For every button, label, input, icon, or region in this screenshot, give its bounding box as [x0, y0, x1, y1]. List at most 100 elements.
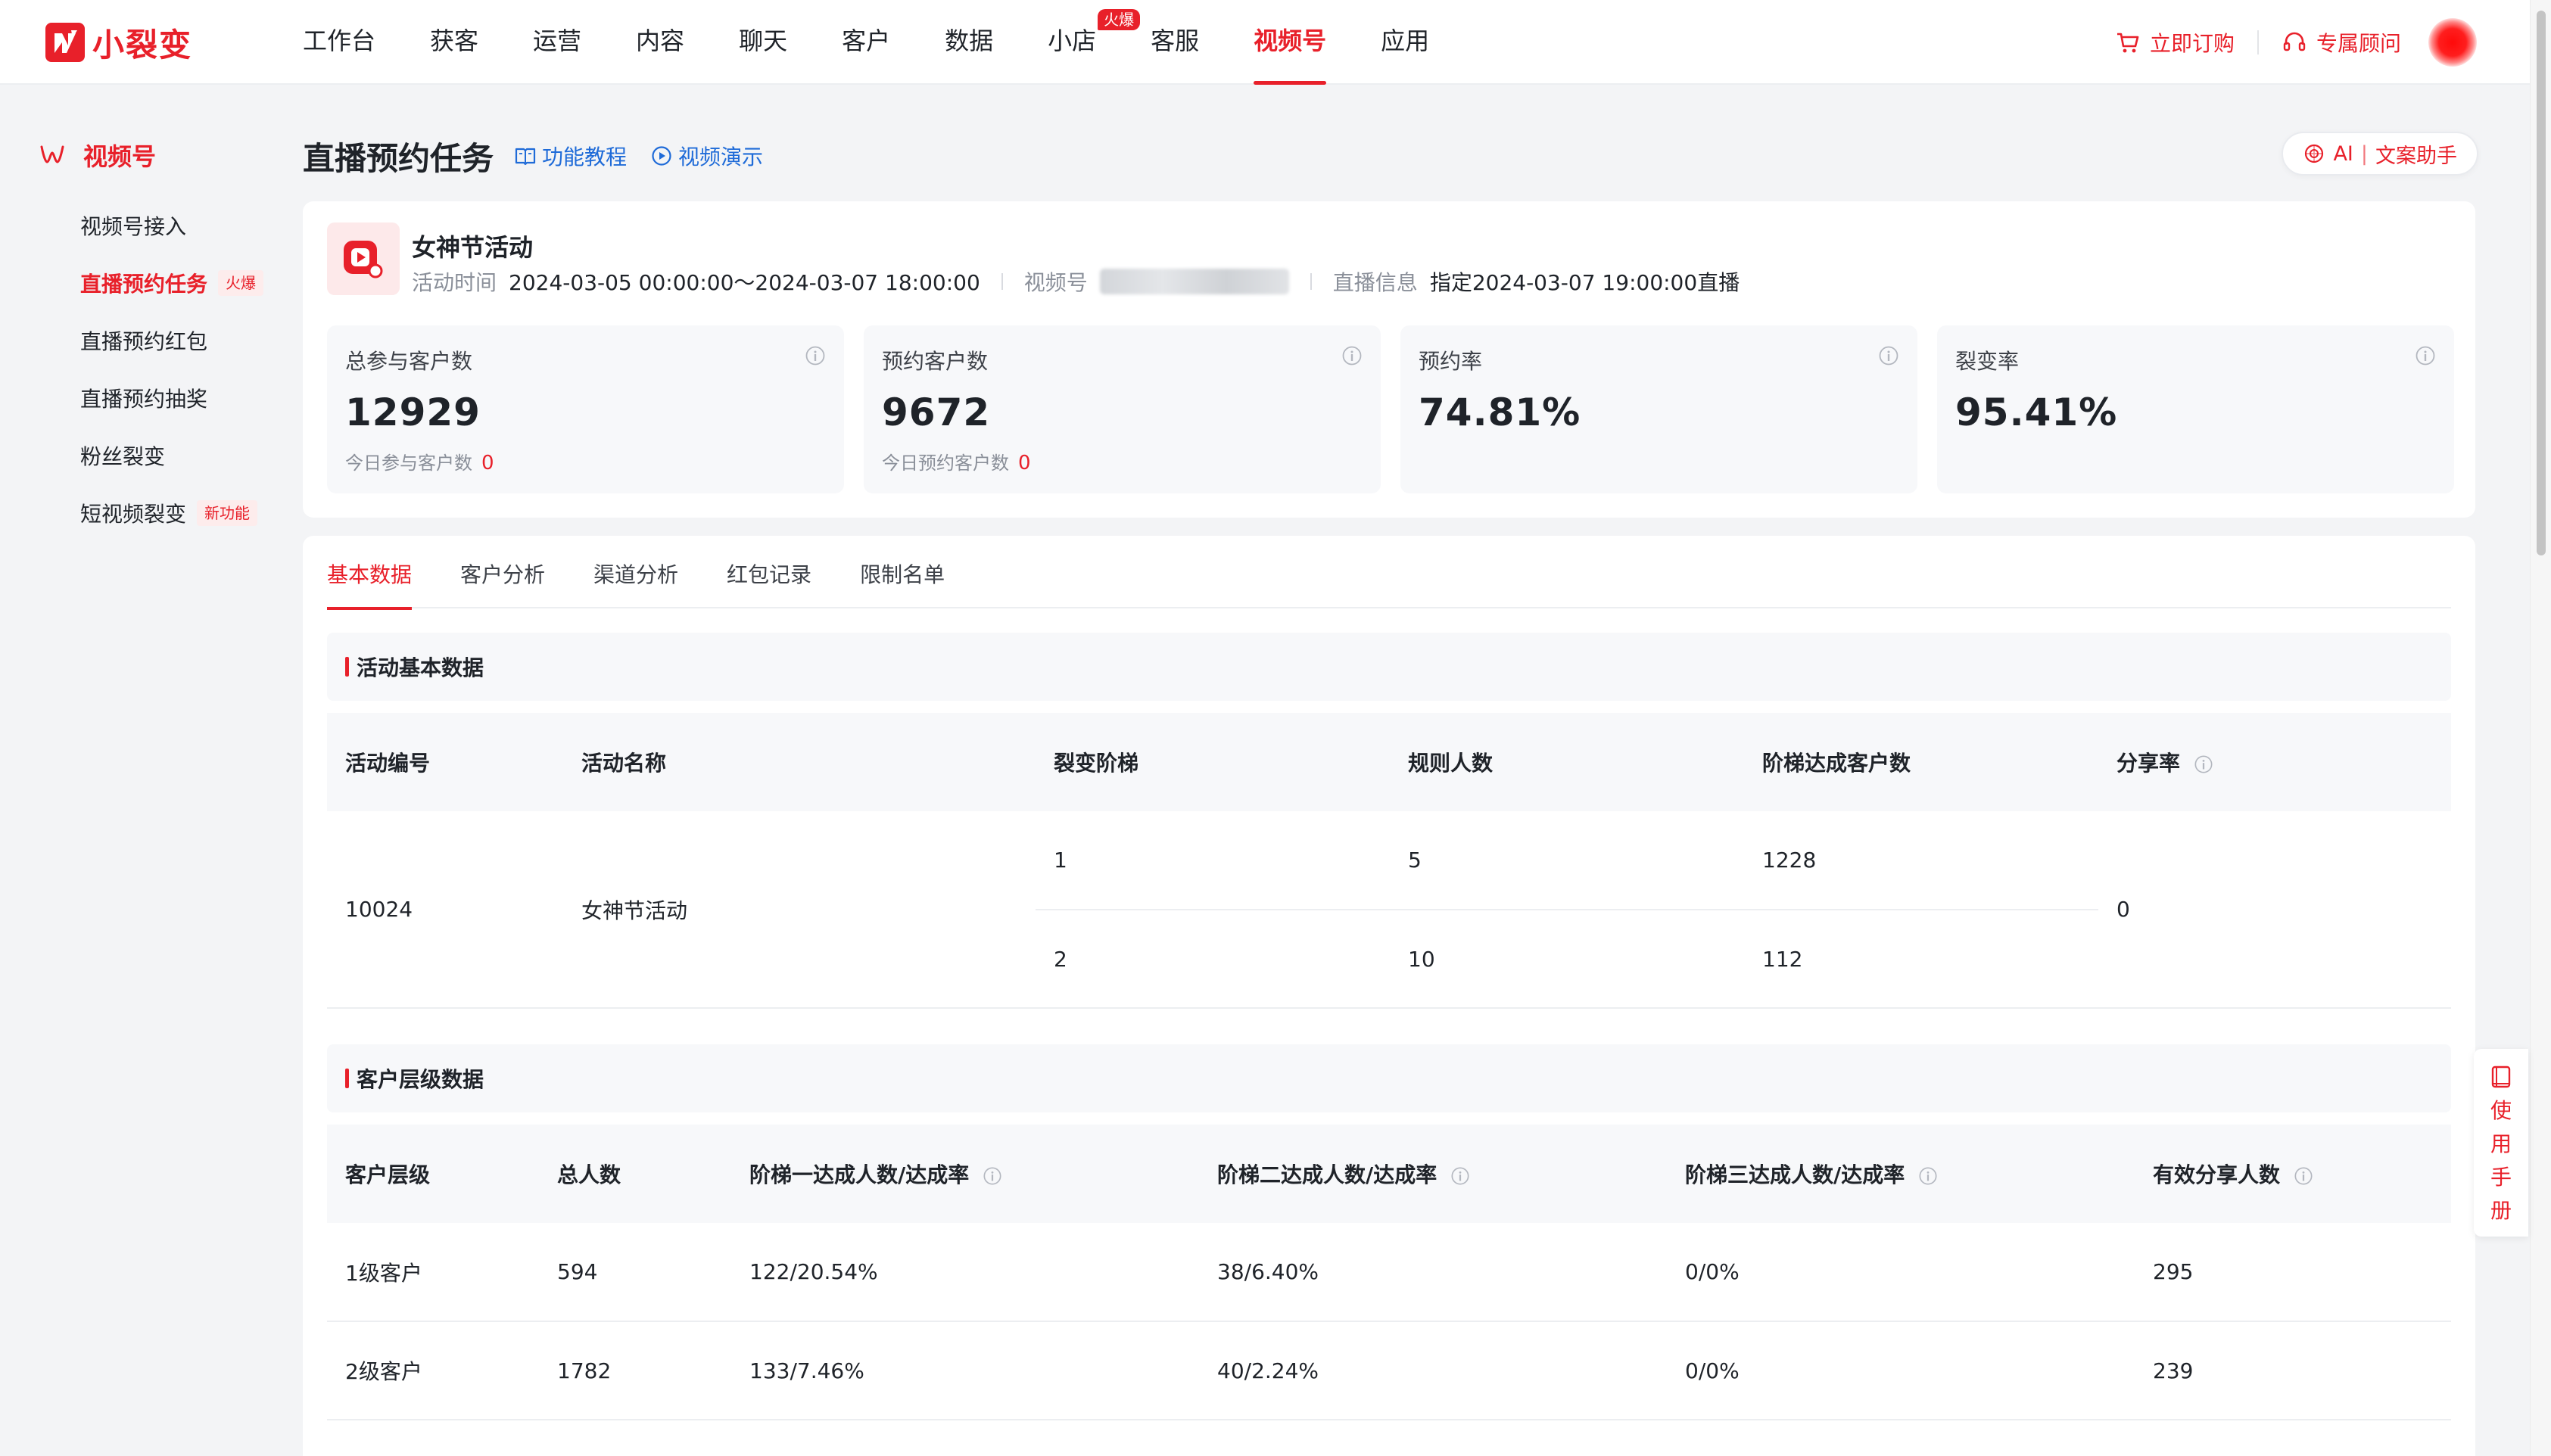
brand-logo[interactable]: 小裂变 [45, 23, 192, 64]
activity-meta: 活动时间 2024-03-05 00:00:00～2024-03-07 18:0… [412, 266, 1740, 297]
nav-item-apps[interactable]: 应用 [1381, 0, 1429, 85]
nav-item-workbench[interactable]: 工作台 [303, 0, 375, 85]
advisor-label: 专属顾问 [2316, 31, 2401, 56]
live-info-value: 指定2024-03-07 19:00:00直播 [1429, 270, 1740, 295]
tab-channel-analysis[interactable]: 渠道分析 [593, 536, 678, 608]
stat-sub-label: 今日参与客户数 [345, 453, 472, 474]
stat-total-participants: 总参与客户数 12929 今日参与客户数 0 [327, 325, 844, 493]
sidebar-item-short-video-fission[interactable]: 短视频裂变 新功能 [80, 484, 263, 542]
table-cell: 2级客户 [327, 1321, 539, 1420]
activity-icon [327, 222, 400, 295]
sidebar-item-live-red-packet[interactable]: 直播预约红包 [80, 312, 263, 369]
table-cell: 122/20.54% [731, 1223, 1199, 1322]
manual-book-icon [2491, 1066, 2511, 1088]
tab-basic-data[interactable]: 基本数据 [327, 536, 413, 610]
stair-reached-cell: 1228 [1744, 811, 2098, 910]
info-icon[interactable] [805, 345, 826, 366]
table-cell: 1782 [539, 1321, 731, 1420]
nav-item-data[interactable]: 数据 [945, 0, 993, 85]
stat-label: 总参与客户数 [345, 349, 473, 374]
logo-icon [45, 23, 85, 62]
stat-value: 9672 [882, 390, 991, 434]
table-cell: 239 [2135, 1321, 2451, 1420]
cart-icon [2116, 33, 2139, 53]
nav-item-shop[interactable]: 小店 火爆 [1048, 0, 1141, 85]
stat-label: 预约客户数 [882, 349, 989, 374]
info-icon[interactable] [983, 1166, 1002, 1186]
tab-restricted-list[interactable]: 限制名单 [860, 536, 945, 608]
info-icon[interactable] [2194, 754, 2213, 774]
table-cell: 1级客户 [327, 1223, 539, 1322]
column-header: 阶梯达成客户数 [1744, 713, 2098, 811]
order-label: 立即订购 [2149, 31, 2235, 56]
sidebar-item-label: 粉丝裂变 [80, 444, 166, 469]
channel-label: 视频号 [1023, 270, 1088, 295]
info-icon[interactable] [2294, 1166, 2313, 1186]
column-header: 分享率 [2116, 751, 2181, 776]
nav-item-customer[interactable]: 客户 [842, 0, 890, 85]
stat-label: 预约率 [1419, 349, 1483, 374]
stat-sub: 今日参与客户数 0 [345, 448, 826, 474]
sidebar-header: 视频号 [39, 138, 156, 173]
sidebar-item-channel-access[interactable]: 视频号接入 [80, 197, 263, 254]
sidebar-item-live-reservation-task[interactable]: 直播预约任务 火爆 [80, 254, 264, 312]
ai-divider: | [2360, 142, 2368, 166]
stat-sub: 今日预约客户数 0 [882, 448, 1363, 474]
hot-tag: 火爆 [218, 270, 264, 296]
info-icon[interactable] [1450, 1166, 1470, 1186]
stat-label: 裂变率 [1955, 349, 2020, 374]
column-header: 阶梯三达成人数/达成率 [1685, 1162, 1905, 1187]
stair-rule-cell: 10 [1390, 910, 1744, 1009]
order-button[interactable]: 立即订购 [2115, 27, 2235, 58]
tutorial-link[interactable]: 功能教程 [515, 141, 627, 171]
tab-red-packet-records[interactable]: 红包记录 [727, 536, 811, 608]
section-title-basic: 活动基本数据 [327, 633, 2451, 701]
nav-item-channels[interactable]: 视频号 [1254, 0, 1327, 85]
divider [1310, 273, 1312, 290]
activity-name: 女神节活动 [412, 233, 534, 262]
page-title: 直播预约任务 [303, 140, 494, 177]
info-icon[interactable] [2415, 345, 2436, 366]
column-header-stage2: 阶梯二达成人数/达成率 [1199, 1125, 1667, 1223]
nav-item-chat[interactable]: 聊天 [739, 0, 787, 85]
channels-icon [40, 145, 64, 163]
column-header: 阶梯二达成人数/达成率 [1217, 1162, 1437, 1187]
nav-item-acquire[interactable]: 获客 [430, 0, 478, 85]
info-icon[interactable] [1878, 345, 1899, 366]
column-header: 活动名称 [563, 713, 1036, 811]
page-scrollbar[interactable] [2530, 0, 2551, 1456]
sidebar-item-live-lottery[interactable]: 直播预约抽奖 [80, 369, 263, 427]
top-navbar: 小裂变 工作台 获客 运营 内容 聊天 客户 数据 小店 火爆 客服 视频号 应… [0, 0, 2530, 85]
user-manual-button[interactable]: 使用手册 [2474, 1049, 2528, 1237]
nav-item-content[interactable]: 内容 [636, 0, 684, 85]
column-header: 有效分享人数 [2153, 1162, 2281, 1187]
scrollbar-thumb[interactable] [2537, 11, 2546, 555]
sidebar-item-label: 直播预约红包 [80, 329, 208, 354]
advisor-button[interactable]: 专属顾问 [2282, 27, 2401, 58]
stat-value: 95.41% [1955, 390, 2118, 434]
table-cell: 38/6.40% [1199, 1223, 1667, 1322]
divider [2257, 30, 2259, 54]
new-feature-tag: 新功能 [197, 500, 258, 526]
video-demo-link[interactable]: 视频演示 [651, 141, 763, 171]
stair-rule-cell: 5 [1390, 811, 1744, 910]
sidebar-item-label: 直播预约任务 [80, 272, 208, 297]
sidebar-item-fan-fission[interactable]: 粉丝裂变 [80, 427, 263, 484]
stair-level-cell: 1 [1036, 811, 1390, 910]
stat-value: 74.81% [1419, 390, 1581, 434]
nav-item-service[interactable]: 客服 [1151, 0, 1199, 85]
activity-id-cell: 10024 [327, 811, 563, 1009]
table-cell: 594 [539, 1223, 731, 1322]
tab-bar: 基本数据 客户分析 渠道分析 红包记录 限制名单 [327, 536, 2451, 610]
nav-item-shop-label: 小店 [1048, 26, 1097, 55]
info-icon[interactable] [1918, 1166, 1938, 1186]
tab-customer-analysis[interactable]: 客户分析 [460, 536, 545, 608]
basic-data-table: 活动编号 活动名称 裂变阶梯 规则人数 阶梯达成客户数 分享率 10024 女神… [327, 713, 2451, 1009]
top-actions: 立即订购 专属顾问 [2115, 0, 2477, 85]
share-rate-cell: 0 [2098, 811, 2451, 1009]
user-avatar[interactable] [2428, 18, 2477, 67]
ai-copywriter-button[interactable]: AI | 文案助手 [2282, 132, 2478, 176]
sidebar-title: 视频号 [83, 142, 157, 171]
nav-item-operation[interactable]: 运营 [533, 0, 581, 85]
info-icon[interactable] [1341, 345, 1363, 366]
